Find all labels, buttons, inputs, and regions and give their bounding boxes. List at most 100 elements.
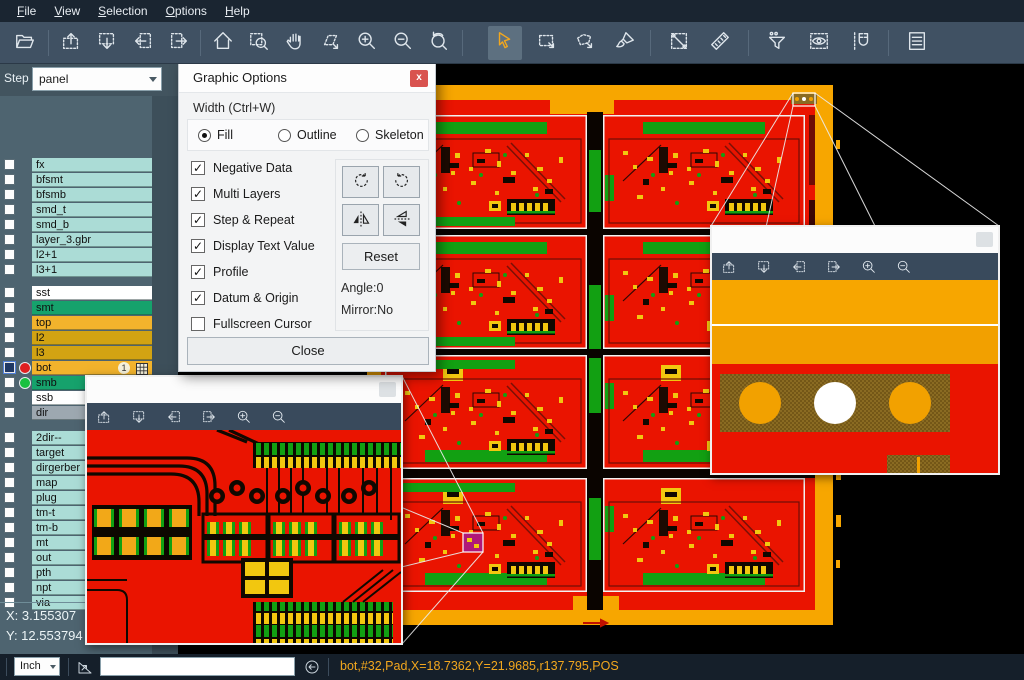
grid-icon[interactable] [136, 362, 148, 374]
move-left-icon[interactable] [166, 409, 182, 425]
unit-select[interactable]: Inch [14, 657, 60, 676]
radio-outline[interactable]: Outline [278, 128, 337, 142]
magnifier-a-view[interactable] [87, 430, 401, 643]
move-view-up-button[interactable] [54, 26, 88, 60]
layer-visibility-checkbox[interactable] [4, 492, 15, 503]
layer-visibility-checkbox[interactable] [4, 522, 15, 533]
rect-select-button[interactable] [530, 26, 564, 60]
move-right-icon[interactable] [826, 259, 842, 275]
refresh-icon[interactable] [303, 658, 321, 676]
open-file-button[interactable] [8, 26, 42, 60]
move-view-right-button[interactable] [162, 26, 196, 60]
layer-visibility-checkbox[interactable] [4, 362, 15, 373]
magnifier-a-control-button[interactable] [379, 382, 396, 397]
menu-file[interactable]: File [8, 1, 45, 21]
log-panel-button[interactable] [900, 26, 934, 60]
magnifier-b-titlebar[interactable] [712, 227, 998, 253]
checkbox-display-text-value[interactable]: Display Text Value [191, 239, 315, 253]
close-icon[interactable]: x [410, 70, 428, 87]
layer-name[interactable]: bfsmb [32, 188, 152, 202]
layer-visibility-checkbox[interactable] [4, 264, 15, 275]
move-right-icon[interactable] [201, 409, 217, 425]
move-down-icon[interactable] [756, 259, 772, 275]
layer-name[interactable]: smd_b [32, 218, 152, 232]
move-view-down-button[interactable] [90, 26, 124, 60]
layer-visibility-checkbox[interactable] [4, 302, 15, 313]
zoom-window-button[interactable] [242, 26, 276, 60]
dialog-titlebar[interactable]: Graphic Options x [179, 63, 435, 93]
brush-button[interactable] [608, 26, 642, 60]
layer-visibility-checkbox[interactable] [4, 287, 15, 298]
layer-visibility-checkbox[interactable] [4, 234, 15, 245]
layer-visibility-checkbox[interactable] [4, 174, 15, 185]
command-input[interactable] [100, 657, 295, 676]
snap-button[interactable] [845, 26, 879, 60]
home-view-button[interactable] [206, 26, 240, 60]
measure-line-button[interactable] [662, 26, 696, 60]
view-box-button[interactable] [802, 26, 836, 60]
rotate-ccw-button[interactable] [383, 166, 420, 198]
close-button[interactable]: Close [187, 337, 429, 365]
move-down-icon[interactable] [131, 409, 147, 425]
layer-name[interactable]: l3+1 [32, 263, 152, 277]
magnifier-b-view[interactable] [712, 280, 998, 473]
menu-selection[interactable]: Selection [89, 1, 156, 21]
layer-name[interactable]: sst [32, 286, 152, 300]
origin-corner-icon[interactable] [76, 658, 94, 676]
layer-visibility-checkbox[interactable] [4, 159, 15, 170]
layer-visibility-checkbox[interactable] [4, 567, 15, 578]
layer-visibility-checkbox[interactable] [4, 582, 15, 593]
menu-view[interactable]: View [45, 1, 89, 21]
layer-name[interactable]: smt [32, 301, 152, 315]
layer-visibility-checkbox[interactable] [4, 462, 15, 473]
zoom-in-icon[interactable] [236, 409, 252, 425]
layer-visibility-checkbox[interactable] [4, 392, 15, 403]
pan-button[interactable] [278, 26, 312, 60]
layer-visibility-checkbox[interactable] [4, 204, 15, 215]
reset-button[interactable]: Reset [342, 243, 420, 270]
zoom-previous-button[interactable] [422, 26, 456, 60]
menu-options[interactable]: Options [157, 1, 216, 21]
checkbox-step-repeat[interactable]: Step & Repeat [191, 213, 294, 227]
layer-name[interactable]: l2+1 [32, 248, 152, 262]
checkbox-datum-origin[interactable]: Datum & Origin [191, 291, 298, 305]
checkbox-fullscreen-cursor[interactable]: Fullscreen Cursor [191, 317, 312, 331]
zoom-out-icon[interactable] [271, 409, 287, 425]
rotate-cw-button[interactable] [342, 166, 379, 198]
magnifier-a-titlebar[interactable] [87, 377, 401, 403]
flip-horizontal-button[interactable] [342, 204, 379, 236]
zoom-in-icon[interactable] [861, 259, 877, 275]
checkbox-profile[interactable]: Profile [191, 265, 248, 279]
zoom-out-button[interactable] [386, 26, 420, 60]
radio-fill[interactable]: Fill [198, 128, 233, 142]
move-up-icon[interactable] [96, 409, 112, 425]
polygon-select-button[interactable] [568, 26, 602, 60]
layer-visibility-checkbox[interactable] [4, 432, 15, 443]
move-view-left-button[interactable] [126, 26, 160, 60]
radio-skeleton[interactable]: Skeleton [356, 128, 424, 142]
layer-name[interactable]: fx [32, 158, 152, 172]
flip-vertical-button[interactable] [383, 204, 420, 236]
move-left-icon[interactable] [791, 259, 807, 275]
select-tool-button[interactable] [488, 26, 522, 60]
layer-visibility-checkbox[interactable] [4, 249, 15, 260]
layer-visibility-checkbox[interactable] [4, 537, 15, 548]
drag-view-button[interactable] [314, 26, 348, 60]
ruler-button[interactable] [703, 26, 737, 60]
layer-name[interactable]: smd_t [32, 203, 152, 217]
layer-name[interactable]: l3 [32, 346, 152, 360]
step-select[interactable]: panel [32, 67, 162, 91]
layer-visibility-checkbox[interactable] [4, 347, 15, 358]
magnifier-b-control-button[interactable] [976, 232, 993, 247]
layer-visibility-checkbox[interactable] [4, 507, 15, 518]
checkbox-negative-data[interactable]: Negative Data [191, 161, 292, 175]
menu-help[interactable]: Help [216, 1, 259, 21]
layer-name[interactable]: top [32, 316, 152, 330]
layer-visibility-checkbox[interactable] [4, 447, 15, 458]
layer-visibility-checkbox[interactable] [4, 332, 15, 343]
layer-name[interactable]: layer_3.gbr [32, 233, 152, 247]
layer-visibility-checkbox[interactable] [4, 189, 15, 200]
layer-visibility-checkbox[interactable] [4, 407, 15, 418]
zoom-in-button[interactable] [350, 26, 384, 60]
layer-name[interactable]: bfsmt [32, 173, 152, 187]
